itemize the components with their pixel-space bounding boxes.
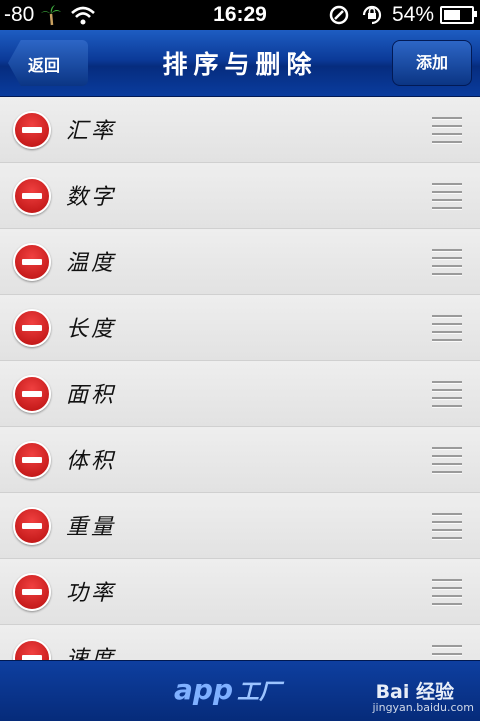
minus-circle-icon[interactable]: [13, 507, 51, 545]
grip-line: [432, 339, 462, 342]
grip-line: [432, 125, 462, 128]
minus-circle-icon[interactable]: [13, 639, 51, 660]
minus-circle-icon[interactable]: [13, 177, 51, 215]
grip-line: [432, 405, 462, 408]
grip-line: [432, 141, 462, 144]
minus-bar: [22, 523, 42, 529]
grip-lines-icon[interactable]: [432, 117, 462, 144]
list-item-label: 速度: [66, 647, 117, 660]
grip-line: [432, 397, 462, 400]
grip-line: [432, 579, 462, 582]
grip-line: [432, 265, 462, 268]
grip-lines-icon[interactable]: [432, 315, 462, 342]
minus-bar: [22, 259, 42, 265]
minus-bar: [22, 391, 42, 397]
grip-line: [432, 447, 462, 450]
minus-bar: [22, 127, 42, 133]
grip-line: [432, 273, 462, 276]
app-logo-cn: 工厂: [236, 680, 281, 705]
grip-line: [432, 199, 462, 202]
grip-lines-icon[interactable]: [432, 447, 462, 474]
grip-line: [432, 381, 462, 384]
baidu-watermark-url: jingyan.baidu.com: [372, 701, 474, 714]
list-item-label: 重量: [66, 515, 117, 540]
minus-bar: [22, 193, 42, 199]
list-item-label: 体积: [66, 449, 117, 474]
list-item[interactable]: 功率: [0, 559, 480, 625]
battery-percent: 54%: [391, 3, 434, 26]
grip-line: [432, 389, 462, 392]
grip-lines-icon[interactable]: [432, 381, 462, 408]
grip-line: [432, 191, 462, 194]
grip-lines-icon[interactable]: [432, 513, 462, 540]
grip-line: [432, 315, 462, 318]
minus-bar: [22, 457, 42, 463]
item-list: 汇率数字温度长度面积体积重量功率速度: [0, 97, 480, 660]
grip-line: [432, 603, 462, 606]
grip-line: [432, 587, 462, 590]
grip-line: [432, 471, 462, 474]
grip-lines-icon[interactable]: [432, 579, 462, 606]
grip-line: [432, 645, 462, 648]
grip-line: [432, 463, 462, 466]
grip-line: [432, 207, 462, 210]
baidu-watermark: Bai 经验: [375, 681, 454, 703]
grip-line: [432, 653, 462, 656]
grip-line: [432, 257, 462, 260]
minus-circle-icon[interactable]: [13, 573, 51, 611]
grip-line: [432, 323, 462, 326]
list-item[interactable]: 重量: [0, 493, 480, 559]
list-item-label: 温度: [66, 251, 117, 276]
app-logo-text: app: [174, 673, 233, 706]
grip-line: [432, 331, 462, 334]
grip-line: [432, 183, 462, 186]
list-item-label: 数字: [66, 185, 117, 210]
grip-lines-icon[interactable]: [432, 645, 462, 660]
grip-lines-icon[interactable]: [432, 249, 462, 276]
list-item[interactable]: 长度: [0, 295, 480, 361]
list-item[interactable]: 温度: [0, 229, 480, 295]
grip-line: [432, 529, 462, 532]
grip-line: [432, 521, 462, 524]
battery-fill: [444, 10, 461, 20]
navigation-bar: 返回 排序与删除 添加: [0, 30, 480, 97]
app-logo: app 工厂: [174, 673, 281, 706]
grip-line: [432, 133, 462, 136]
grip-line: [432, 249, 462, 252]
list-item[interactable]: 体积: [0, 427, 480, 493]
list-item-label: 长度: [66, 317, 117, 342]
list-item[interactable]: 数字: [0, 163, 480, 229]
grip-line: [432, 455, 462, 458]
list-item[interactable]: 汇率: [0, 97, 480, 163]
footer: app 工厂 Bai 经验 jingyan.baidu.com: [0, 660, 480, 721]
minus-circle-icon[interactable]: [13, 243, 51, 281]
list-item-label: 面积: [66, 383, 117, 408]
list-item-label: 功率: [66, 581, 117, 606]
grip-lines-icon[interactable]: [432, 183, 462, 210]
add-button[interactable]: 添加: [392, 40, 472, 86]
grip-line: [432, 513, 462, 516]
list-item[interactable]: 速度: [0, 625, 480, 660]
sync-icon: [329, 5, 349, 25]
minus-bar: [22, 325, 42, 331]
list-item-label: 汇率: [66, 119, 117, 144]
status-right: 54%: [328, 3, 477, 27]
minus-circle-icon[interactable]: [13, 309, 51, 347]
minus-bar: [22, 589, 42, 595]
grip-line: [432, 595, 462, 598]
minus-circle-icon[interactable]: [13, 375, 51, 413]
grip-line: [432, 117, 462, 120]
status-bar: -80 16:29 54%: [0, 0, 480, 30]
minus-circle-icon[interactable]: [13, 111, 51, 149]
minus-circle-icon[interactable]: [13, 441, 51, 479]
grip-line: [432, 537, 462, 540]
battery-icon: [440, 6, 477, 24]
rotation-lock-icon: [362, 5, 382, 25]
list-item[interactable]: 面积: [0, 361, 480, 427]
